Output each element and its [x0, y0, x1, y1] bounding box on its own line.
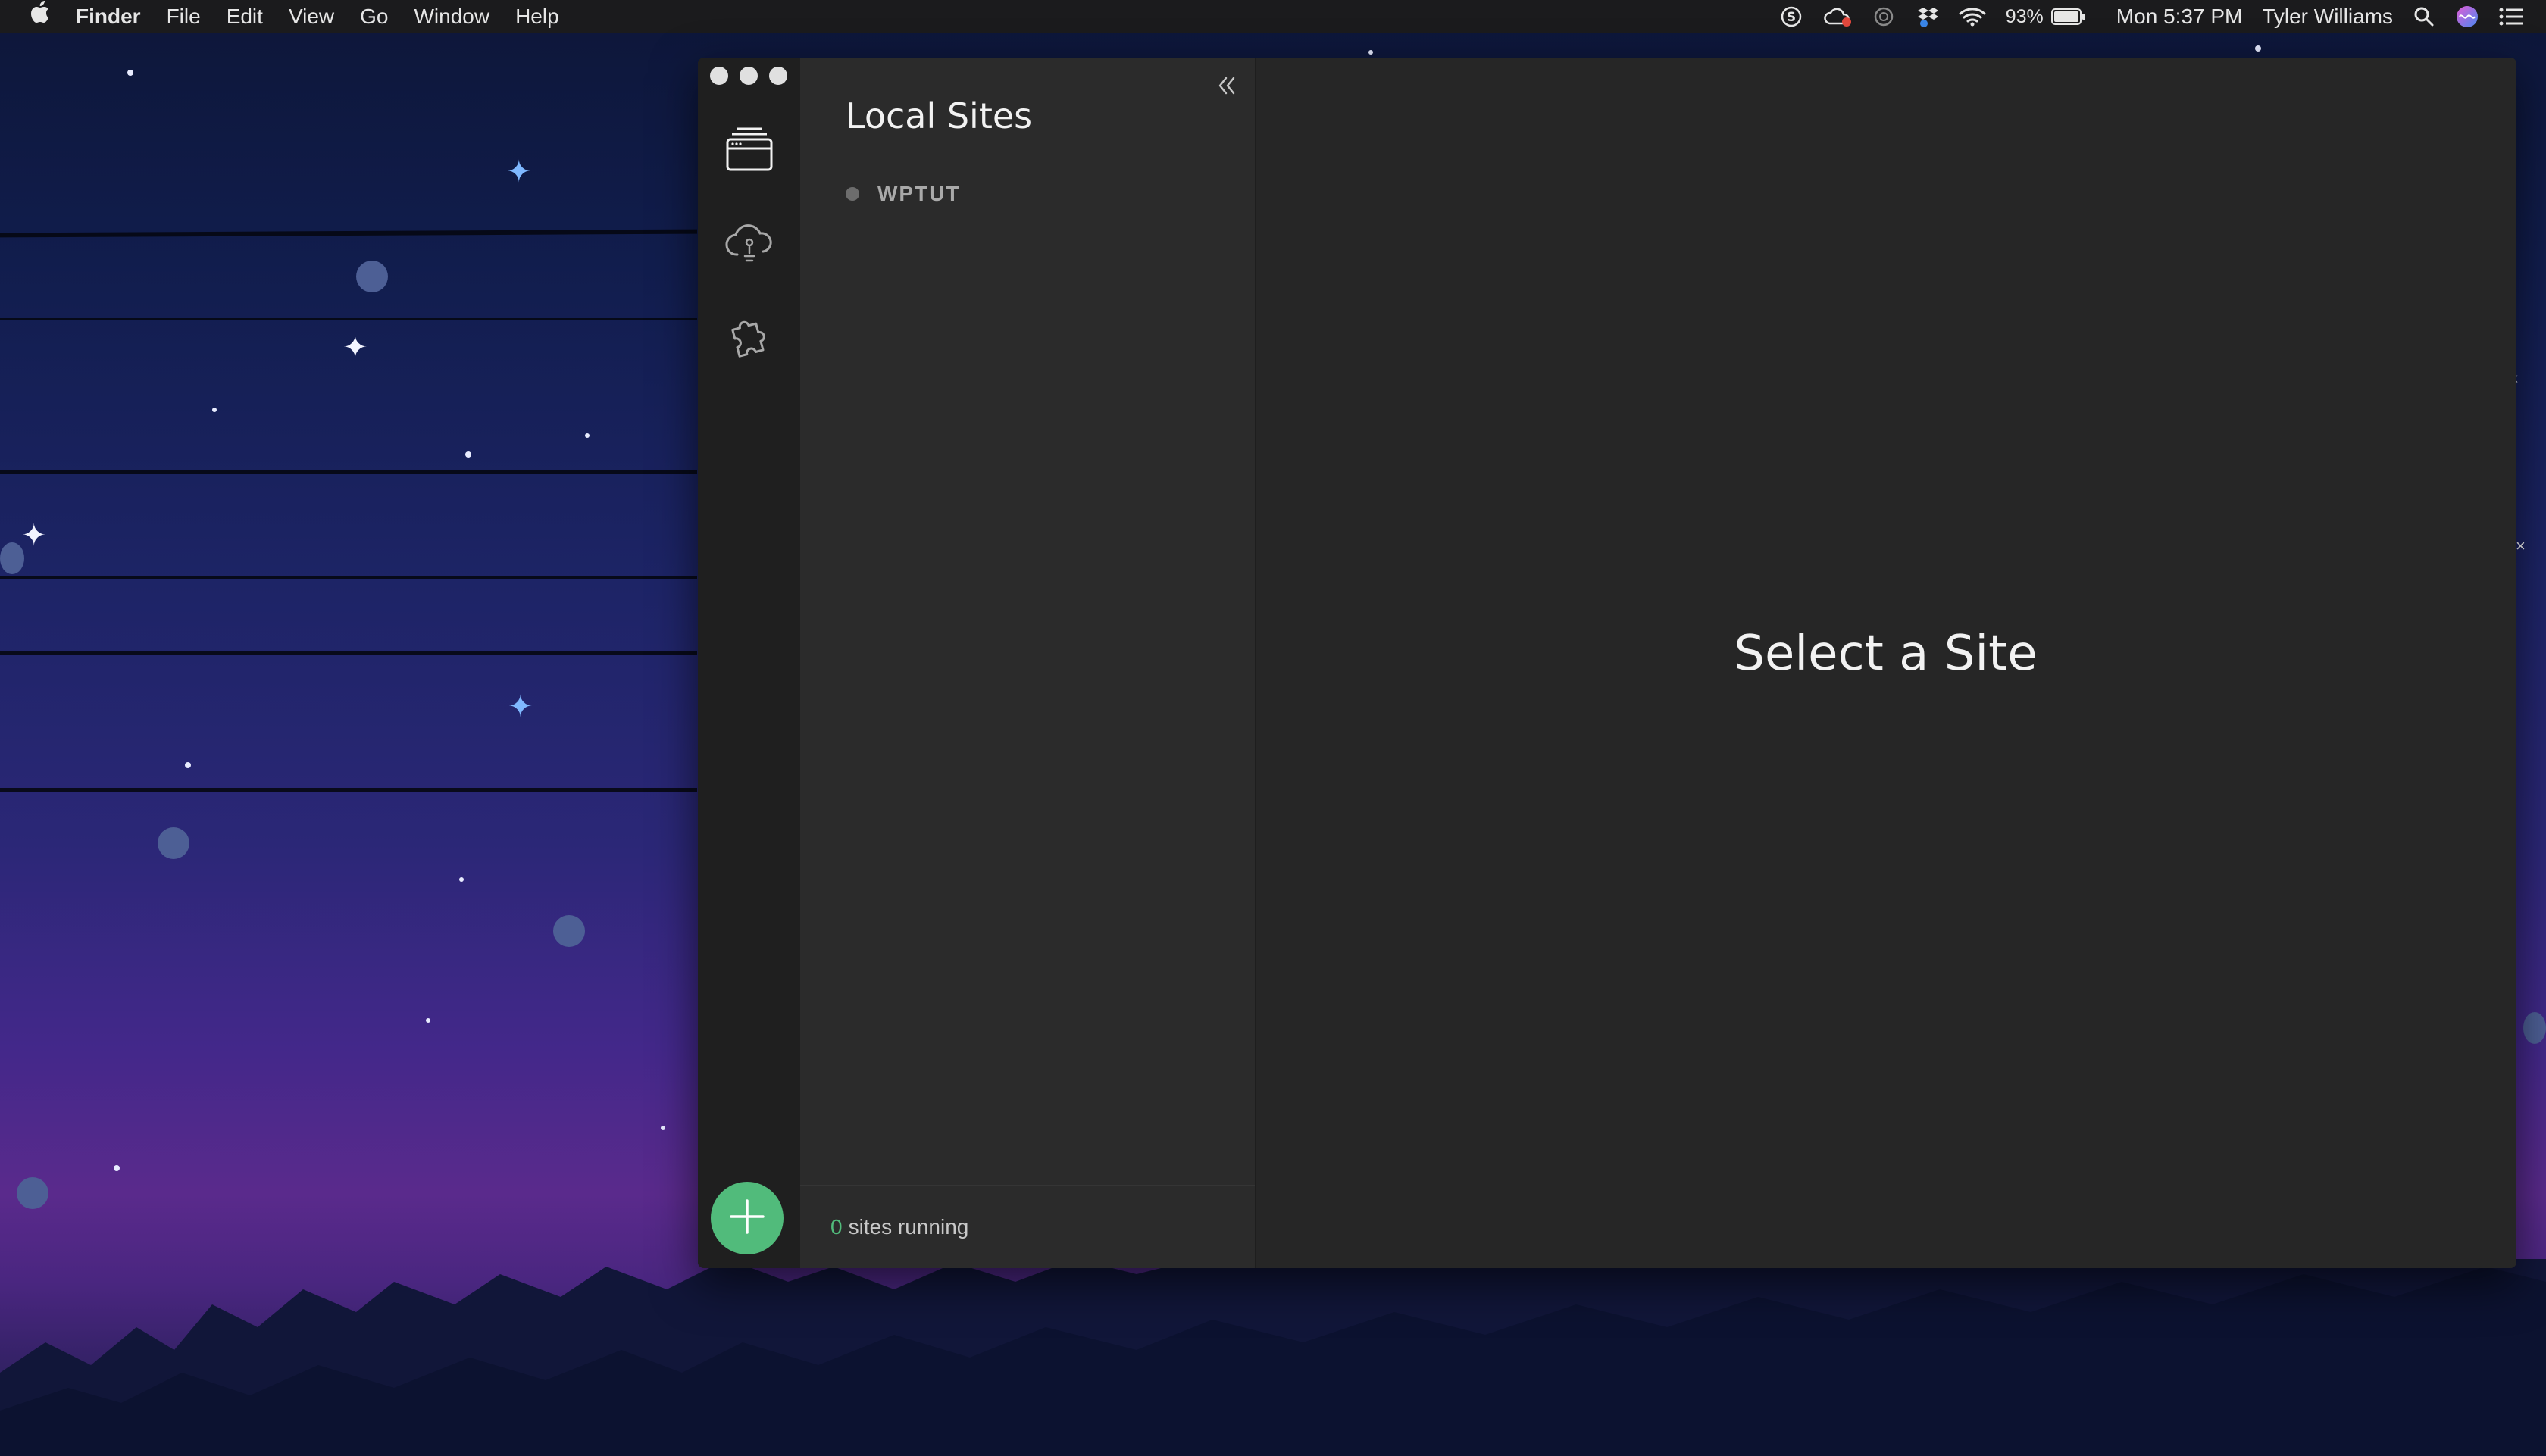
star — [585, 433, 590, 438]
window-minimize-button[interactable] — [740, 67, 758, 85]
orb — [158, 827, 189, 859]
menu-edit[interactable]: Edit — [227, 0, 263, 33]
sidebar-footer: 0 sites running — [800, 1185, 1255, 1268]
star — [114, 1165, 120, 1171]
night-shift-icon[interactable] — [1872, 5, 1895, 28]
sparkle: ✦ — [342, 330, 368, 365]
apple-icon[interactable] — [30, 0, 50, 33]
nav-addons[interactable] — [721, 310, 778, 367]
star — [212, 408, 217, 412]
menu-window[interactable]: Window — [414, 0, 489, 33]
sparkle: ✦ — [21, 518, 47, 553]
sites-running-label: sites running — [848, 1215, 969, 1239]
menu-file[interactable]: File — [167, 0, 201, 33]
desktop-edge-mark: × — [2516, 536, 2526, 555]
plus-icon — [728, 1198, 766, 1239]
siri-icon[interactable] — [2455, 5, 2479, 29]
star — [185, 762, 191, 768]
wallpaper-streak — [0, 788, 697, 792]
skype-icon[interactable]: S — [1780, 5, 1803, 28]
orb — [2523, 1012, 2546, 1044]
svg-text:S: S — [1787, 10, 1796, 25]
add-site-button[interactable] — [711, 1182, 784, 1254]
orb — [356, 261, 388, 292]
icon-sidebar — [698, 58, 800, 1268]
battery-percent[interactable]: 93% — [2006, 0, 2044, 33]
sparkle: ✦ — [506, 155, 532, 189]
menu-view[interactable]: View — [289, 0, 334, 33]
wallpaper-streak — [0, 576, 697, 579]
empty-state-message: Select a Site — [1734, 626, 2038, 682]
creative-cloud-icon[interactable] — [1822, 5, 1853, 28]
notification-center-icon[interactable] — [2499, 7, 2523, 27]
star — [1368, 50, 1373, 55]
wallpaper-streak — [0, 318, 697, 320]
local-sites-icon — [724, 124, 774, 178]
tree-silhouette — [0, 1259, 2546, 1456]
window-close-button[interactable] — [710, 67, 728, 85]
menu-help[interactable]: Help — [515, 0, 559, 33]
addons-puzzle-icon — [724, 312, 774, 366]
wallpaper-streak — [0, 651, 697, 655]
star — [459, 877, 464, 882]
sites-sidebar: Local Sites WPTUT 0 sites running — [800, 58, 1255, 1268]
main-panel: Select a Site — [1255, 58, 2516, 1268]
window-zoom-button[interactable] — [769, 67, 787, 85]
sites-running-count: 0 — [830, 1215, 843, 1239]
site-list-item-wptut[interactable]: WPTUT — [846, 179, 961, 209]
wallpaper-streak — [0, 470, 697, 474]
battery-icon[interactable] — [2050, 8, 2086, 26]
collapse-sidebar-button[interactable] — [1208, 68, 1246, 106]
double-chevron-left-icon — [1215, 74, 1238, 101]
star — [426, 1018, 430, 1023]
star — [127, 70, 133, 76]
site-status-dot — [846, 187, 859, 201]
connect-cloud-icon — [724, 220, 775, 270]
menu-app-name[interactable]: Finder — [76, 0, 141, 33]
nav-connect[interactable] — [721, 216, 778, 273]
site-name: WPTUT — [877, 182, 961, 205]
star — [2255, 45, 2261, 52]
menubar-clock[interactable]: Mon 5:37 PM — [2116, 0, 2243, 33]
star — [465, 451, 471, 458]
local-app-window: Local Sites WPTUT 0 sites running Select… — [698, 58, 2516, 1268]
menu-bar: Finder File Edit View Go Window Help S 9… — [0, 0, 2546, 33]
spotlight-search-icon[interactable] — [2413, 5, 2435, 28]
dropbox-icon[interactable] — [1915, 5, 1939, 29]
sparkle: ✦ — [508, 689, 533, 724]
menubar-user[interactable]: Tyler Williams — [2262, 0, 2393, 33]
sidebar-title: Local Sites — [846, 95, 1033, 136]
wifi-icon[interactable] — [1959, 6, 1986, 27]
orb — [17, 1177, 48, 1209]
menu-go[interactable]: Go — [360, 0, 388, 33]
orb — [553, 915, 585, 947]
star — [661, 1126, 665, 1130]
nav-local-sites[interactable] — [721, 122, 778, 180]
wallpaper-streak — [0, 229, 698, 238]
